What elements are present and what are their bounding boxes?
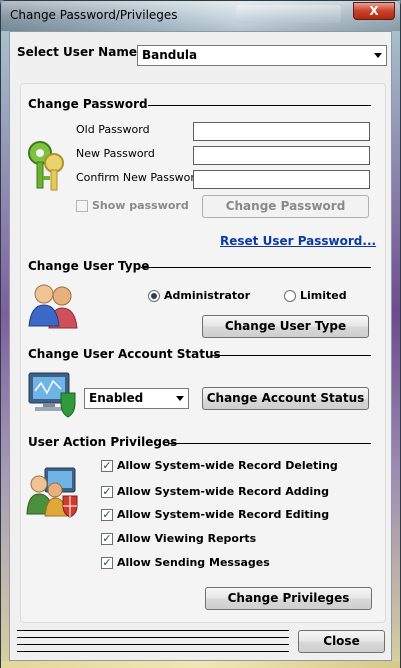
footer-divider: [17, 637, 289, 638]
chevron-down-icon: [176, 396, 184, 401]
administrator-radio[interactable]: [148, 290, 160, 302]
select-user-label: Select User Name: [17, 45, 137, 59]
window-close-button[interactable]: X: [353, 2, 395, 20]
keys-icon: [28, 141, 64, 191]
change-user-type-button[interactable]: Change User Type: [202, 315, 369, 338]
privileges-heading: User Action Privileges: [28, 435, 178, 449]
show-password-label: Show password: [92, 199, 189, 212]
section-divider: [168, 443, 371, 444]
privilege-checkbox-messages[interactable]: ✓: [101, 557, 113, 569]
change-privileges-button[interactable]: Change Privileges: [205, 587, 372, 610]
change-password-heading: Change Password: [28, 97, 148, 111]
account-status-select[interactable]: Enabled: [84, 388, 189, 409]
confirm-password-field[interactable]: [193, 170, 370, 189]
change-password-button[interactable]: Change Password: [202, 195, 369, 218]
show-password-checkbox[interactable]: [76, 200, 88, 212]
users-shield-icon: [26, 467, 78, 518]
privilege-label-messages: Allow Sending Messages: [117, 556, 270, 569]
settings-panel: Change Password Old Password New Passwor…: [20, 83, 386, 623]
window-title: Change Password/Privileges: [10, 8, 178, 22]
users-icon: [28, 284, 78, 329]
new-password-field[interactable]: [193, 146, 370, 165]
administrator-label: Administrator: [164, 289, 251, 302]
old-password-field[interactable]: [193, 122, 370, 141]
limited-radio[interactable]: [284, 290, 296, 302]
footer-divider: [17, 630, 289, 631]
account-status-heading: Change User Account Status: [28, 347, 221, 361]
privilege-label-deleting: Allow System-wide Record Deleting: [117, 459, 338, 472]
background-window-controls: [236, 5, 341, 23]
left-frame: [1, 31, 9, 661]
user-name-value: Bandula: [142, 48, 198, 62]
user-type-heading: Change User Type: [28, 259, 150, 273]
privilege-label-adding: Allow System-wide Record Adding: [117, 485, 329, 498]
footer-divider: [17, 644, 289, 645]
new-password-label: New Password: [76, 147, 155, 160]
right-frame: [392, 31, 400, 661]
monitor-shield-icon: [28, 372, 76, 418]
reset-password-link[interactable]: Reset User Password...: [220, 234, 376, 248]
confirm-password-label: Confirm New Password: [76, 171, 202, 184]
privilege-label-reports: Allow Viewing Reports: [117, 532, 257, 545]
limited-label: Limited: [300, 289, 347, 302]
privilege-checkbox-deleting[interactable]: ✓: [101, 460, 113, 472]
user-name-select[interactable]: Bandula: [137, 45, 387, 66]
section-divider: [211, 355, 371, 356]
title-bar[interactable]: Change Password/Privileges X: [1, 1, 400, 31]
privilege-checkbox-adding[interactable]: ✓: [101, 486, 113, 498]
footer-divider: [17, 651, 289, 652]
chevron-down-icon: [374, 53, 382, 58]
section-divider: [141, 267, 371, 268]
bottom-frame: [1, 661, 400, 668]
old-password-label: Old Password: [76, 123, 150, 136]
dialog-window: Change Password/Privileges X Select User…: [0, 0, 401, 668]
section-divider: [148, 105, 371, 106]
privilege-checkbox-reports[interactable]: ✓: [101, 533, 113, 545]
privilege-checkbox-editing[interactable]: ✓: [101, 509, 113, 521]
change-account-status-button[interactable]: Change Account Status: [202, 387, 369, 410]
privilege-label-editing: Allow System-wide Record Editing: [117, 508, 330, 521]
account-status-value: Enabled: [89, 391, 144, 405]
close-button[interactable]: Close: [298, 630, 385, 653]
